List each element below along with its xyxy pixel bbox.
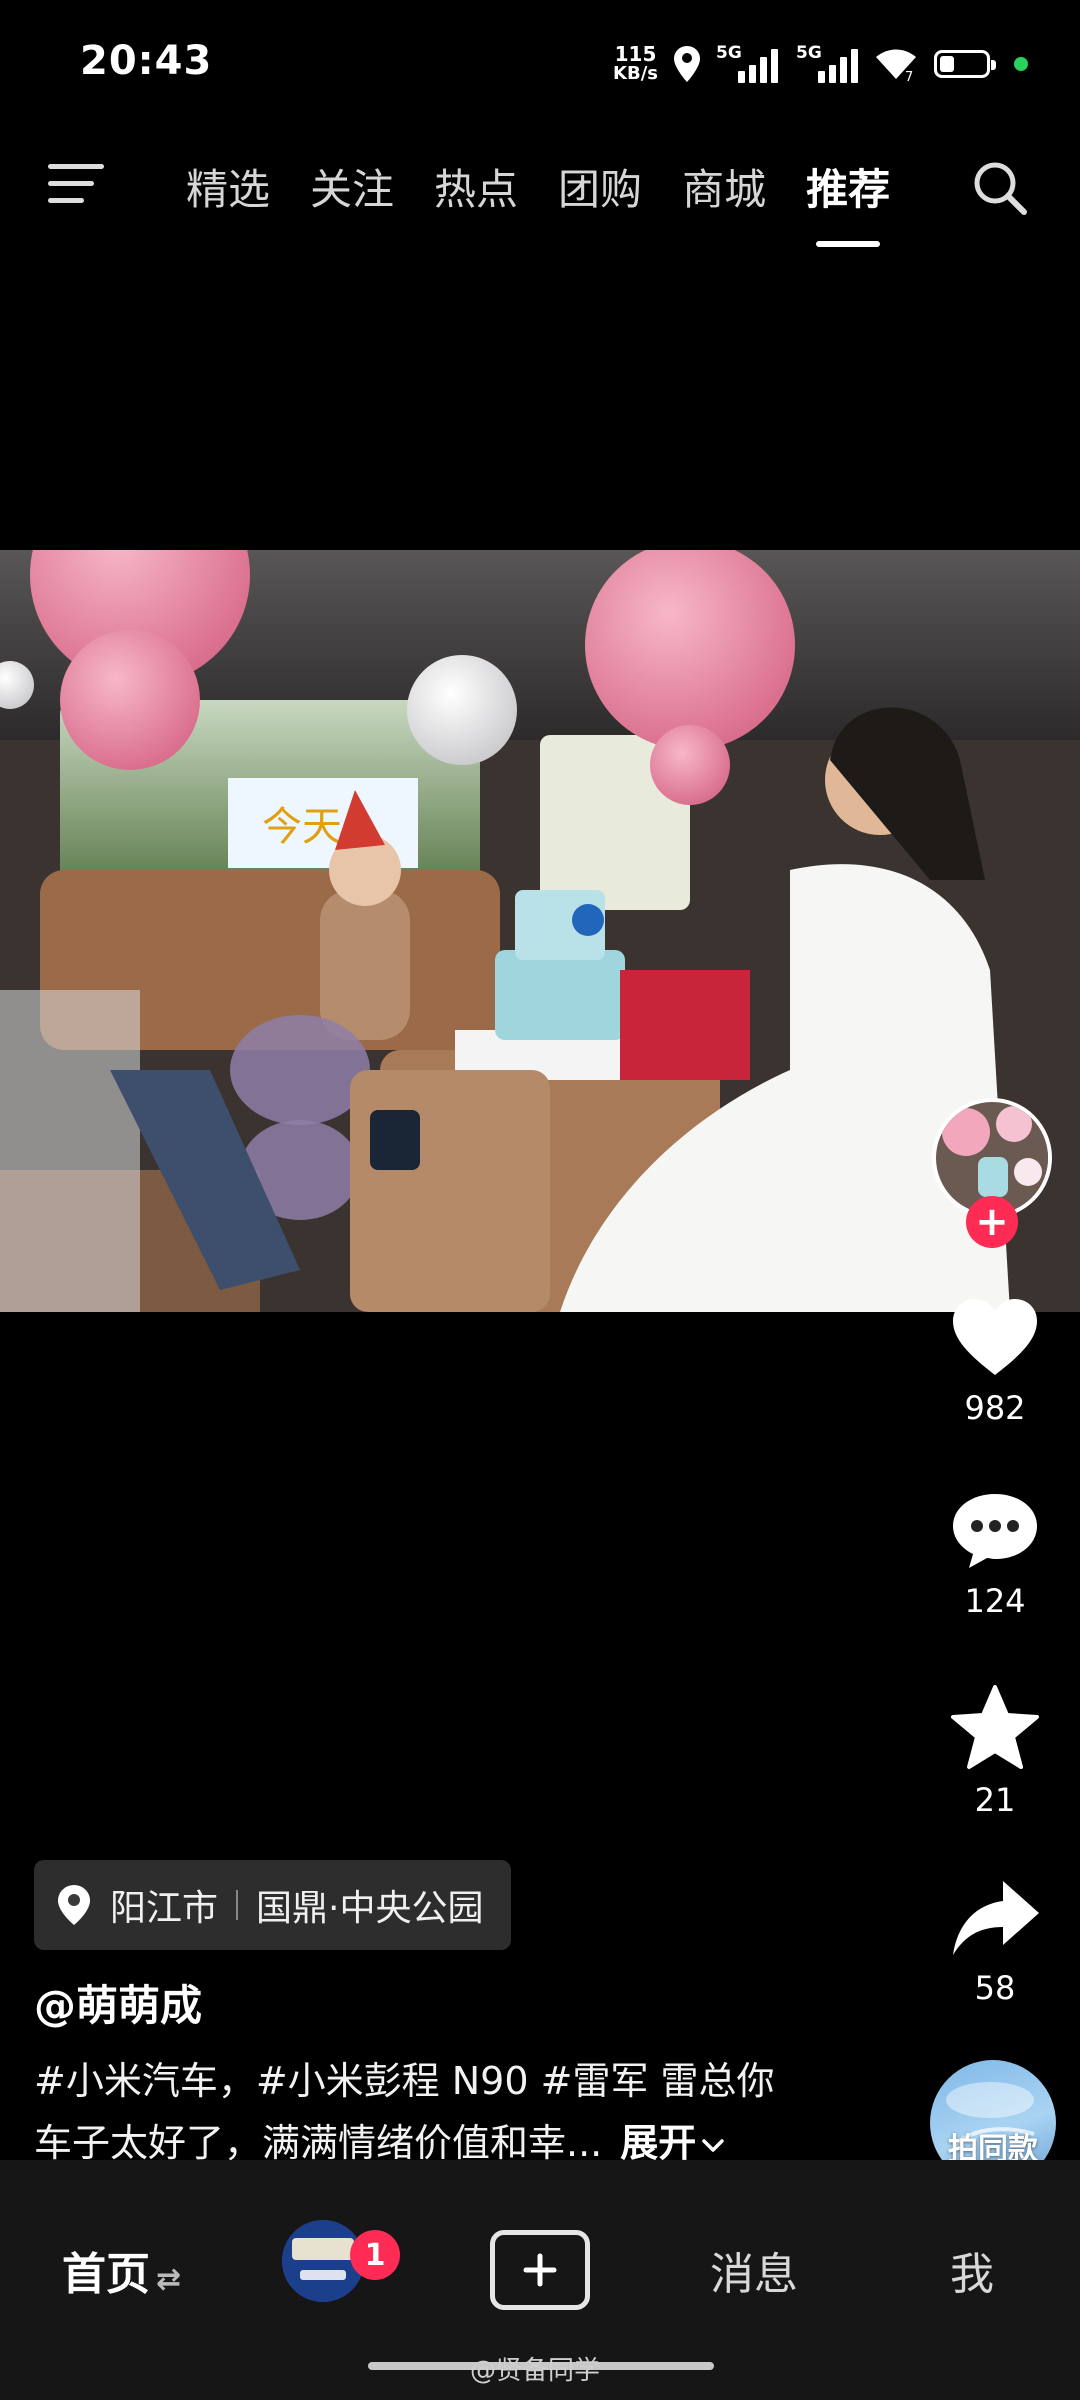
comment-action[interactable]: 124 (940, 1488, 1050, 1620)
nav-messages[interactable]: 消息 (710, 2238, 798, 2302)
create-post-button[interactable] (490, 2230, 590, 2310)
like-count: 982 (964, 1389, 1026, 1427)
status-time: 20:43 (80, 38, 213, 84)
top-tabs: 精选 关注 热点 团购 商城 推荐 (186, 156, 890, 247)
tab-featured[interactable]: 精选 (186, 156, 270, 217)
tab-following[interactable]: 关注 (310, 156, 394, 217)
favorite-action[interactable]: 21 (940, 1683, 1050, 1819)
location-divider (236, 1890, 239, 1920)
follow-plus-button[interactable]: + (966, 1196, 1018, 1248)
tab-recommended[interactable]: 推荐 (806, 156, 890, 247)
chevron-down-icon (702, 2139, 725, 2152)
caption-line-2-text: 车子太好了，满满情绪价值和幸... (34, 2121, 603, 2165)
network-speed-value: 115 (614, 42, 657, 66)
video-frame-image: 今天 (0, 550, 1080, 1312)
location-city: 阳江市 (110, 1888, 219, 1929)
expand-caption-button[interactable]: 展开 (620, 2121, 726, 2165)
signal-sim1-icon: 5G (716, 43, 778, 83)
location-place: 国鼎·中央公园 (256, 1888, 484, 1929)
heart-icon (953, 1299, 1037, 1375)
location-pin-icon (58, 1885, 90, 1925)
video-player[interactable]: 今天 (0, 550, 1080, 1312)
privacy-indicator-dot (1014, 57, 1028, 71)
notification-badge: 1 (350, 2230, 400, 2280)
svg-text:今天: 今天 (262, 804, 342, 850)
location-tag[interactable]: 阳江市 国鼎·中央公园 (34, 1860, 512, 1950)
star-icon (951, 1685, 1039, 1769)
share-action[interactable]: 58 (940, 1875, 1050, 2007)
favorite-count: 21 (974, 1781, 1016, 1819)
author-name[interactable]: @萌萌成 (34, 1972, 202, 2033)
network-speed-unit: KB/s (613, 63, 658, 84)
tab-group-buy[interactable]: 团购 (558, 156, 642, 217)
plus-icon (523, 2253, 557, 2287)
tab-trending[interactable]: 热点 (434, 156, 518, 217)
svg-text:7: 7 (905, 70, 913, 83)
watermark: @贤备同学 (470, 2356, 601, 2386)
share-icon (953, 1881, 1039, 1955)
nav-profile[interactable]: 我 (950, 2238, 994, 2302)
menu-icon[interactable] (48, 164, 108, 208)
comment-icon (953, 1494, 1037, 1568)
nav-home[interactable]: 首页 ⇄ (62, 2238, 181, 2302)
signal-sim2-icon: 5G (796, 43, 858, 83)
video-caption: #小米汽车，#小米彭程 N90 #雷军 雷总你 车子太好了，满满情绪价值和幸..… (34, 2050, 854, 2174)
caption-line-1: #小米汽车，#小米彭程 N90 #雷军 雷总你 (34, 2059, 775, 2103)
battery-icon (934, 50, 996, 78)
tab-mall[interactable]: 商城 (682, 156, 766, 217)
search-icon[interactable] (970, 158, 1030, 218)
wifi-icon: 7 (876, 49, 916, 83)
comment-count: 124 (964, 1582, 1026, 1620)
status-icons: 115 KB/s 5G 5G 7 (613, 34, 1028, 94)
location-status-icon (674, 46, 700, 82)
share-count: 58 (974, 1969, 1016, 2007)
switch-icon: ⇄ (156, 2262, 182, 2297)
like-action[interactable]: 982 (940, 1295, 1050, 1427)
network-speed: 115 KB/s (613, 44, 658, 84)
